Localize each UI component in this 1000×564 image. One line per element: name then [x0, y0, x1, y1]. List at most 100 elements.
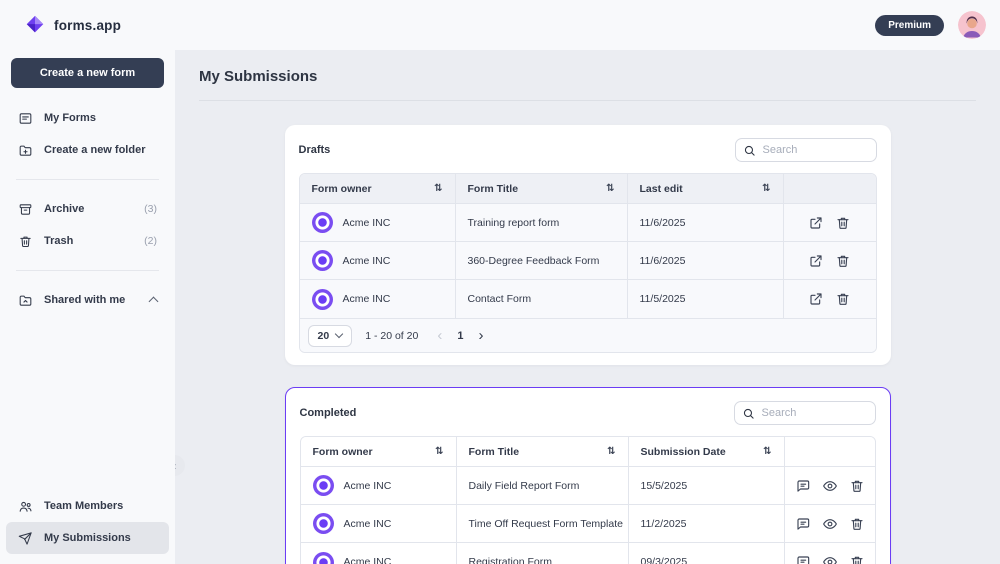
drafts-card: Drafts Form owner ⇅ Form Title ⇅	[285, 125, 891, 365]
responses-button[interactable]	[795, 516, 811, 532]
folder-plus-icon	[18, 143, 33, 158]
owner-cell: Acme INC	[300, 280, 456, 318]
form-title-cell: Training report form	[456, 204, 628, 242]
open-form-button[interactable]	[808, 253, 824, 269]
sidebar-item-team-members[interactable]: Team Members	[6, 490, 169, 522]
form-owner-icon	[312, 289, 333, 310]
completed-card-header: Completed	[300, 401, 876, 425]
chevron-up-icon[interactable]	[149, 297, 159, 307]
create-new-form-button[interactable]: Create a new form	[11, 58, 164, 88]
delete-button[interactable]	[835, 215, 851, 231]
view-button[interactable]	[822, 478, 838, 494]
trash-icon	[18, 234, 33, 249]
completed-card: Completed Form owner ⇅ Form Title ⇅	[285, 387, 891, 564]
table-row[interactable]: Acme INC Contact Form 11/5/2025	[300, 280, 876, 318]
column-label: Form owner	[313, 446, 373, 458]
delete-button[interactable]	[849, 554, 865, 564]
column-label: Form Title	[468, 183, 519, 195]
search-icon	[742, 407, 755, 420]
table-row[interactable]: Acme INC Training report form 11/6/2025	[300, 204, 876, 242]
sort-icon[interactable]: ⇅	[434, 183, 442, 194]
sidebar-item-label: Trash	[44, 235, 73, 247]
completed-table-body: Acme INC Daily Field Report Form 15/5/20…	[301, 467, 875, 564]
responses-button[interactable]	[795, 554, 811, 564]
submission-date-cell: 09/3/2025	[629, 543, 785, 564]
owner-name: Acme INC	[344, 480, 392, 492]
completed-search	[734, 401, 876, 425]
delete-button[interactable]	[849, 478, 865, 494]
column-header-actions	[784, 174, 876, 204]
sort-icon[interactable]: ⇅	[763, 446, 771, 457]
sidebar-item-shared-with-me[interactable]: Shared with me	[6, 284, 169, 316]
completed-title: Completed	[300, 407, 357, 419]
actions-cell	[785, 505, 875, 543]
current-page: 1	[457, 330, 463, 342]
sort-icon[interactable]: ⇅	[435, 446, 443, 457]
column-header-form-title[interactable]: Form Title ⇅	[457, 437, 629, 467]
submission-date-cell: 11/2/2025	[629, 505, 785, 543]
last-edit-cell: 11/5/2025	[628, 280, 784, 318]
column-header-actions	[785, 437, 875, 467]
sort-icon[interactable]: ⇅	[606, 183, 614, 194]
open-form-button[interactable]	[808, 291, 824, 307]
page-divider	[199, 100, 976, 101]
chevron-left-icon: ‹	[175, 459, 177, 473]
table-row[interactable]: Acme INC Registration Form 09/3/2025	[301, 543, 875, 564]
sidebar-item-trash[interactable]: Trash (2)	[6, 225, 169, 257]
actions-cell	[784, 242, 876, 280]
drafts-table: Form owner ⇅ Form Title ⇅ Last edit ⇅	[299, 173, 877, 353]
topbar-right: Premium	[875, 11, 986, 39]
form-title-cell: Daily Field Report Form	[457, 467, 629, 505]
column-header-form-owner[interactable]: Form owner ⇅	[300, 174, 456, 204]
drafts-search	[735, 138, 877, 162]
owner-name: Acme INC	[344, 556, 392, 564]
sidebar-spacer	[0, 316, 175, 490]
column-header-form-title[interactable]: Form Title ⇅	[456, 174, 628, 204]
delete-button[interactable]	[835, 253, 851, 269]
drafts-search-input[interactable]	[735, 138, 877, 162]
completed-search-input[interactable]	[734, 401, 876, 425]
sidebar-item-my-submissions[interactable]: My Submissions	[6, 522, 169, 554]
open-form-button[interactable]	[808, 215, 824, 231]
avatar[interactable]	[958, 11, 986, 39]
table-row[interactable]: Acme INC Daily Field Report Form 15/5/20…	[301, 467, 875, 505]
pagination-range: 1 - 20 of 20	[365, 330, 418, 342]
sidebar-item-label: Archive	[44, 203, 84, 215]
brand-logo[interactable]: forms.app	[24, 14, 121, 36]
form-title-cell: Registration Form	[457, 543, 629, 564]
sidebar-item-my-forms[interactable]: My Forms	[6, 102, 169, 134]
table-row[interactable]: Acme INC 360-Degree Feedback Form 11/6/2…	[300, 242, 876, 280]
table-row[interactable]: Acme INC Time Off Request Form Template …	[301, 505, 875, 543]
owner-cell: Acme INC	[301, 467, 457, 505]
last-edit-cell: 11/6/2025	[628, 204, 784, 242]
sidebar: Create a new form My Forms Create a new …	[0, 50, 175, 564]
actions-cell	[784, 204, 876, 242]
owner-cell: Acme INC	[300, 204, 456, 242]
page-size-select[interactable]: 20	[308, 325, 353, 347]
view-button[interactable]	[822, 516, 838, 532]
previous-page-button[interactable]: ‹	[437, 327, 442, 344]
column-header-submission-date[interactable]: Submission Date ⇅	[629, 437, 785, 467]
archive-count: (3)	[144, 203, 157, 215]
actions-cell	[785, 543, 875, 564]
delete-button[interactable]	[849, 516, 865, 532]
view-button[interactable]	[822, 554, 838, 564]
column-header-form-owner[interactable]: Form owner ⇅	[301, 437, 457, 467]
column-label: Last edit	[640, 183, 683, 195]
sidebar-collapse-handle[interactable]: ‹	[175, 455, 185, 476]
main-content: ‹ My Submissions Drafts Form owner ⇅	[175, 50, 1000, 564]
drafts-title: Drafts	[299, 144, 331, 156]
sidebar-item-create-folder[interactable]: Create a new folder	[6, 134, 169, 166]
sidebar-item-archive[interactable]: Archive (3)	[6, 193, 169, 225]
owner-cell: Acme INC	[300, 242, 456, 280]
premium-button[interactable]: Premium	[875, 15, 944, 36]
owner-cell: Acme INC	[301, 505, 457, 543]
sort-icon[interactable]: ⇅	[762, 183, 770, 194]
form-title-cell: 360-Degree Feedback Form	[456, 242, 628, 280]
sort-icon[interactable]: ⇅	[607, 446, 615, 457]
next-page-button[interactable]: ›	[478, 327, 483, 344]
delete-button[interactable]	[835, 291, 851, 307]
responses-button[interactable]	[795, 478, 811, 494]
submissions-icon	[18, 531, 33, 546]
column-header-last-edit[interactable]: Last edit ⇅	[628, 174, 784, 204]
